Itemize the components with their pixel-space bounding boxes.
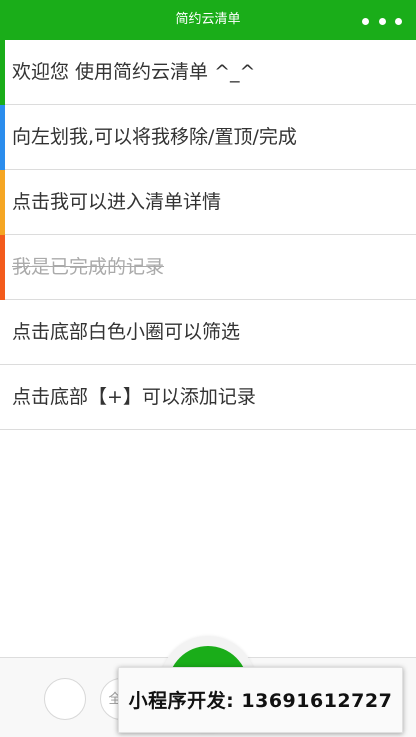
color-indicator bbox=[0, 365, 5, 430]
list-item-text: 我是已完成的记录 bbox=[12, 256, 165, 278]
list-item-text: 点击我可以进入清单详情 bbox=[12, 191, 222, 213]
list-item-text: 向左划我,可以将我移除/置顶/完成 bbox=[12, 126, 297, 148]
list-item[interactable]: 点击底部【+】可以添加记录 bbox=[0, 365, 416, 430]
list-item[interactable]: 我是已完成的记录 bbox=[0, 235, 416, 300]
color-indicator bbox=[0, 235, 5, 300]
todo-list: 欢迎您 使用简约云清单 ^_^ 向左划我,可以将我移除/置顶/完成 点击我可以进… bbox=[0, 40, 416, 430]
page-title: 简约云清单 bbox=[175, 12, 241, 27]
list-item[interactable]: 点击我可以进入清单详情 bbox=[0, 170, 416, 235]
color-indicator bbox=[0, 105, 5, 170]
color-indicator bbox=[0, 170, 5, 235]
list-item-text: 点击底部【+】可以添加记录 bbox=[12, 386, 256, 408]
more-menu-icon[interactable] bbox=[362, 17, 402, 25]
dot-icon bbox=[378, 17, 386, 25]
dot-icon bbox=[395, 17, 402, 25]
list-item[interactable]: 点击底部白色小圈可以筛选 bbox=[0, 300, 416, 365]
list-item[interactable]: 向左划我,可以将我移除/置顶/完成 bbox=[0, 105, 416, 170]
list-item-text: 欢迎您 使用简约云清单 ^_^ bbox=[12, 61, 256, 83]
promo-text: 小程序开发: 13691612727 bbox=[128, 690, 393, 712]
color-indicator bbox=[0, 300, 5, 365]
list-item[interactable]: 欢迎您 使用简约云清单 ^_^ bbox=[0, 40, 416, 105]
color-indicator bbox=[0, 40, 5, 105]
dot-icon bbox=[362, 17, 369, 25]
promo-banner: 小程序开发: 13691612727 bbox=[118, 667, 403, 733]
filter-circle-button[interactable] bbox=[44, 678, 86, 720]
navigation-bar: 简约云清单 bbox=[0, 0, 416, 40]
list-item-text: 点击底部白色小圈可以筛选 bbox=[12, 321, 241, 343]
